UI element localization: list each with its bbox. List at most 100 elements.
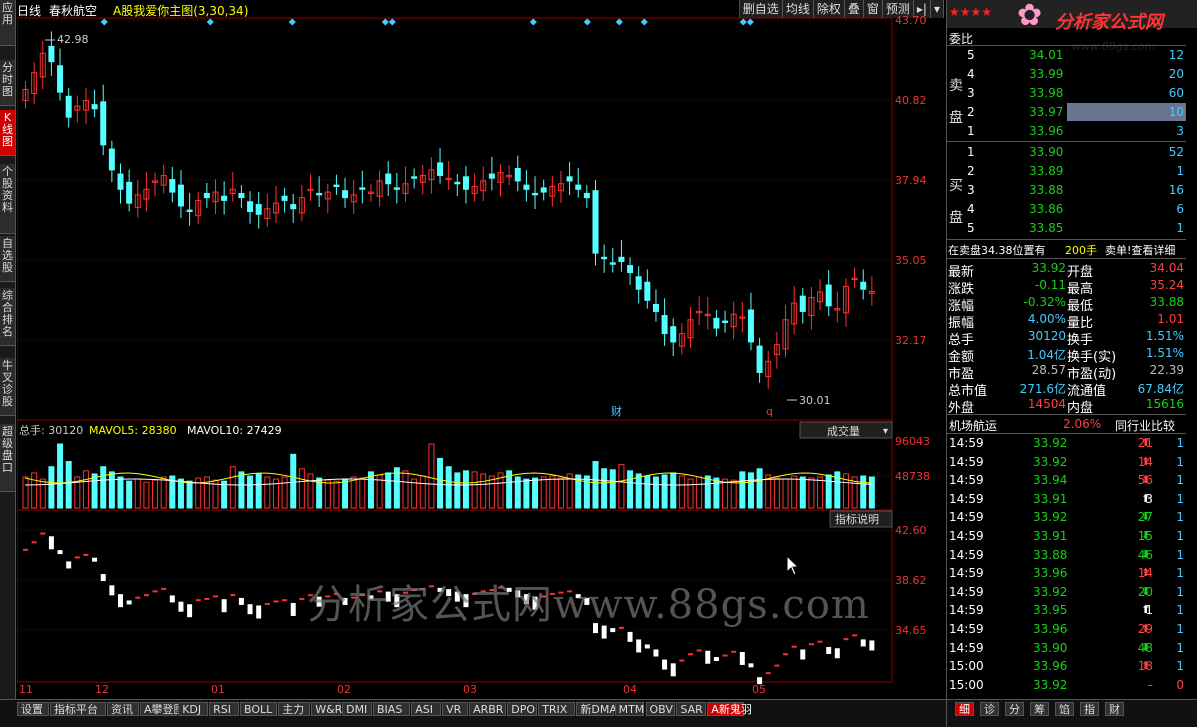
- volume-bar: [678, 475, 685, 509]
- volume-bar: [177, 478, 184, 509]
- tick-row: 14:59 33.90 48 ⬇ 1: [947, 639, 1186, 657]
- indicator-bar: [653, 649, 659, 657]
- volume-bar: [290, 453, 297, 509]
- candle-body: [652, 303, 659, 312]
- price-axis-label: 32.17: [895, 334, 927, 347]
- left-tab-4[interactable]: 自选股: [0, 236, 15, 282]
- total-volume-label: 总手: 30120: [19, 423, 83, 437]
- indicator-tab-7[interactable]: 主力: [278, 702, 311, 716]
- sell-level-row[interactable]: 2 33.97 10: [947, 103, 1186, 121]
- indicator-bar: [644, 644, 650, 649]
- tick-time: 14:59: [949, 454, 984, 469]
- left-tab-3[interactable]: 个股资料: [0, 164, 15, 234]
- flower-logo-icon: ✿: [1017, 0, 1043, 33]
- volume-bar: [65, 461, 72, 509]
- candle-body: [713, 317, 720, 329]
- indicator-bar: [713, 657, 719, 662]
- indicator-bar: [627, 631, 633, 642]
- candle-body: [670, 326, 677, 343]
- indicator-tab-2[interactable]: 资讯: [107, 702, 139, 716]
- indicator-tab-0[interactable]: 设置: [17, 702, 49, 716]
- left-tab-1[interactable]: 分时图: [0, 60, 15, 106]
- quote-row: 涨幅 -0.32% 最低 33.88: [947, 293, 1186, 314]
- indicator-bar: [213, 595, 218, 598]
- volume-bar: [393, 467, 400, 509]
- detail-tab-3[interactable]: 筹: [1030, 702, 1049, 716]
- kline-chart-area[interactable]: 日线 春秋航空 A股我爱你主图(3,30,34) 删自选 均线 除权叠窗预测 ▸| ▾ …: [17, 0, 944, 699]
- indicator-tab-18[interactable]: OBV: [645, 702, 676, 716]
- industry-compare-button[interactable]: 同行业比较: [1115, 417, 1175, 434]
- price-axis-label: 35.05: [895, 254, 927, 267]
- buy-level-row[interactable]: 2 33.89 1: [947, 162, 1186, 180]
- indicator-tab-4[interactable]: KDJ: [178, 702, 209, 716]
- indicator-bar: [688, 653, 693, 656]
- sell-level-row[interactable]: 5 34.01 12: [947, 46, 1186, 64]
- indicator-tab-11[interactable]: ASI: [411, 702, 442, 716]
- left-tab-0[interactable]: 应用: [0, 0, 15, 46]
- candle-body: [592, 190, 599, 254]
- detail-tab-4[interactable]: 馅: [1055, 702, 1074, 716]
- candle-body: [488, 173, 495, 179]
- watermark-text: 分析家公式网www.88gs.com: [307, 582, 870, 628]
- detail-tab-2[interactable]: 分: [1005, 702, 1024, 716]
- sell-level-row[interactable]: 4 33.99 20: [947, 65, 1186, 83]
- detail-tab-5[interactable]: 指: [1080, 702, 1099, 716]
- indicator-tab-14[interactable]: DPO: [507, 702, 538, 716]
- left-tab-7[interactable]: 超级盘口: [0, 424, 15, 492]
- volume-bar: [825, 474, 832, 509]
- indicator-bar: [118, 594, 123, 608]
- sell-level-row[interactable]: 3 33.98 60: [947, 84, 1186, 102]
- date-label: 03: [463, 683, 477, 696]
- tick-count: 1: [1176, 529, 1184, 543]
- indicator-tab-1[interactable]: 指标平台: [50, 702, 106, 716]
- buy-level-row[interactable]: 3 33.88 16: [947, 181, 1186, 199]
- indicator-tab-5[interactable]: RSI: [209, 702, 239, 716]
- buy-level-row[interactable]: 4 33.86 6: [947, 200, 1186, 218]
- left-tab-5[interactable]: 综合排名: [0, 288, 15, 346]
- buy-level-row[interactable]: 1 33.90 52: [947, 143, 1186, 161]
- volume-bar: [868, 476, 875, 509]
- indicator-tab-13[interactable]: ARBR: [469, 702, 507, 716]
- detail-tab-0[interactable]: 细: [955, 702, 974, 716]
- candle-body: [169, 179, 176, 193]
- tick-row: 14:59 33.92 21 ⬆ 1: [947, 434, 1186, 452]
- tick-row: 14:59 33.96 14 ⬆ 1: [947, 564, 1186, 582]
- indicator-tab-10[interactable]: BIAS: [373, 702, 411, 716]
- industry-row[interactable]: 机场航运 2.06% 同行业比较: [947, 415, 1186, 433]
- notice-action[interactable]: 卖单!查看详细: [1105, 242, 1175, 258]
- indicator-tab-9[interactable]: DMI: [342, 702, 372, 716]
- volume-bar: [696, 476, 703, 509]
- tick-count: 1: [1176, 436, 1184, 450]
- indicator-tab-17[interactable]: MTM: [614, 702, 645, 716]
- detail-tab-1[interactable]: 诊: [980, 702, 999, 716]
- indicator-tab-3[interactable]: A攀登图: [140, 702, 185, 716]
- arrow-up-icon: ⬆: [1141, 454, 1151, 468]
- quote-row: 涨跌 -0.11 最高 35.24: [947, 276, 1186, 297]
- volume-bar: [186, 480, 193, 509]
- date-label: 01: [211, 683, 225, 696]
- sell-level-row[interactable]: 1 33.96 3: [947, 122, 1186, 140]
- indicator-tab-19[interactable]: SAR: [676, 702, 707, 716]
- left-tab-2[interactable]: K线图: [0, 110, 15, 156]
- level: 1: [967, 124, 975, 138]
- volume-bar: [100, 466, 107, 509]
- indicator-bar: [204, 597, 210, 600]
- arrow-down-icon: ⬇: [1141, 640, 1151, 654]
- indicator-tab-15[interactable]: TRIX: [538, 702, 576, 716]
- volume-bar: [160, 476, 167, 509]
- industry-name[interactable]: 机场航运: [949, 417, 997, 434]
- left-tab-6[interactable]: 牛叉诊股: [0, 358, 15, 416]
- buy-level-row[interactable]: 5 33.85 1: [947, 219, 1186, 237]
- detail-tab-6[interactable]: 财: [1105, 702, 1124, 716]
- indicator-bar: [852, 634, 858, 637]
- indicator-tab-20[interactable]: A新鬼羽: [707, 702, 752, 716]
- volume-bar: [722, 478, 729, 509]
- indicator-tab-6[interactable]: BOLL: [240, 702, 278, 716]
- candle-body: [799, 295, 806, 312]
- large-order-notice[interactable]: 在卖盘34.38位置有 200手 卖单!查看详细: [947, 240, 1186, 258]
- indicator-tab-12[interactable]: VR: [442, 702, 469, 716]
- date-label: 12: [95, 683, 109, 696]
- price: 33.99: [1029, 67, 1064, 81]
- indicator-tab-16[interactable]: 新DMA: [576, 702, 617, 716]
- indicator-tab-8[interactable]: W&R: [311, 702, 342, 716]
